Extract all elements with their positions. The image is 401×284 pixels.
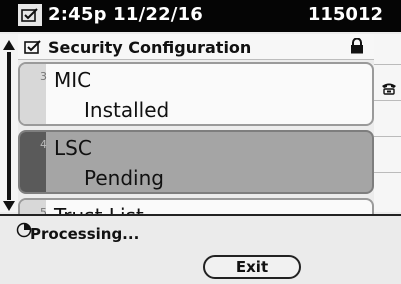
menu-title-row: Security Configuration [18,34,374,60]
time-date: 2:45p 11/22/16 [48,4,204,25]
item-name: MIC [54,68,92,92]
line-key-divider [374,100,401,101]
item-number: 3 [40,70,47,83]
status-text: Processing... [30,225,140,243]
scroll-up-arrow-icon[interactable] [3,40,15,50]
line-extension: 115012 [307,4,383,25]
line-key-divider [374,64,401,65]
line-key-divider [374,136,401,137]
item-name: LSC [54,136,92,160]
settings-checklist-icon [18,4,42,26]
line-key-divider [374,172,401,173]
settings-checklist-icon [24,39,42,59]
scroll-down-arrow-icon[interactable] [3,201,15,211]
lock-icon [350,37,364,58]
page-title: Security Configuration [48,38,252,57]
phone-line-icon[interactable] [381,80,397,99]
header-bar: 2:45p 11/22/16 115012 [0,0,401,32]
menu-item-lsc[interactable]: 4 LSC Pending [18,130,374,194]
line-key-panel [374,34,401,212]
exit-button[interactable]: Exit [203,255,301,279]
scroll-track[interactable] [7,52,11,200]
item-status: Pending [84,166,164,190]
item-status: Installed [84,98,170,122]
menu-item-mic[interactable]: 3 MIC Installed [18,62,374,126]
item-number: 4 [40,138,47,151]
